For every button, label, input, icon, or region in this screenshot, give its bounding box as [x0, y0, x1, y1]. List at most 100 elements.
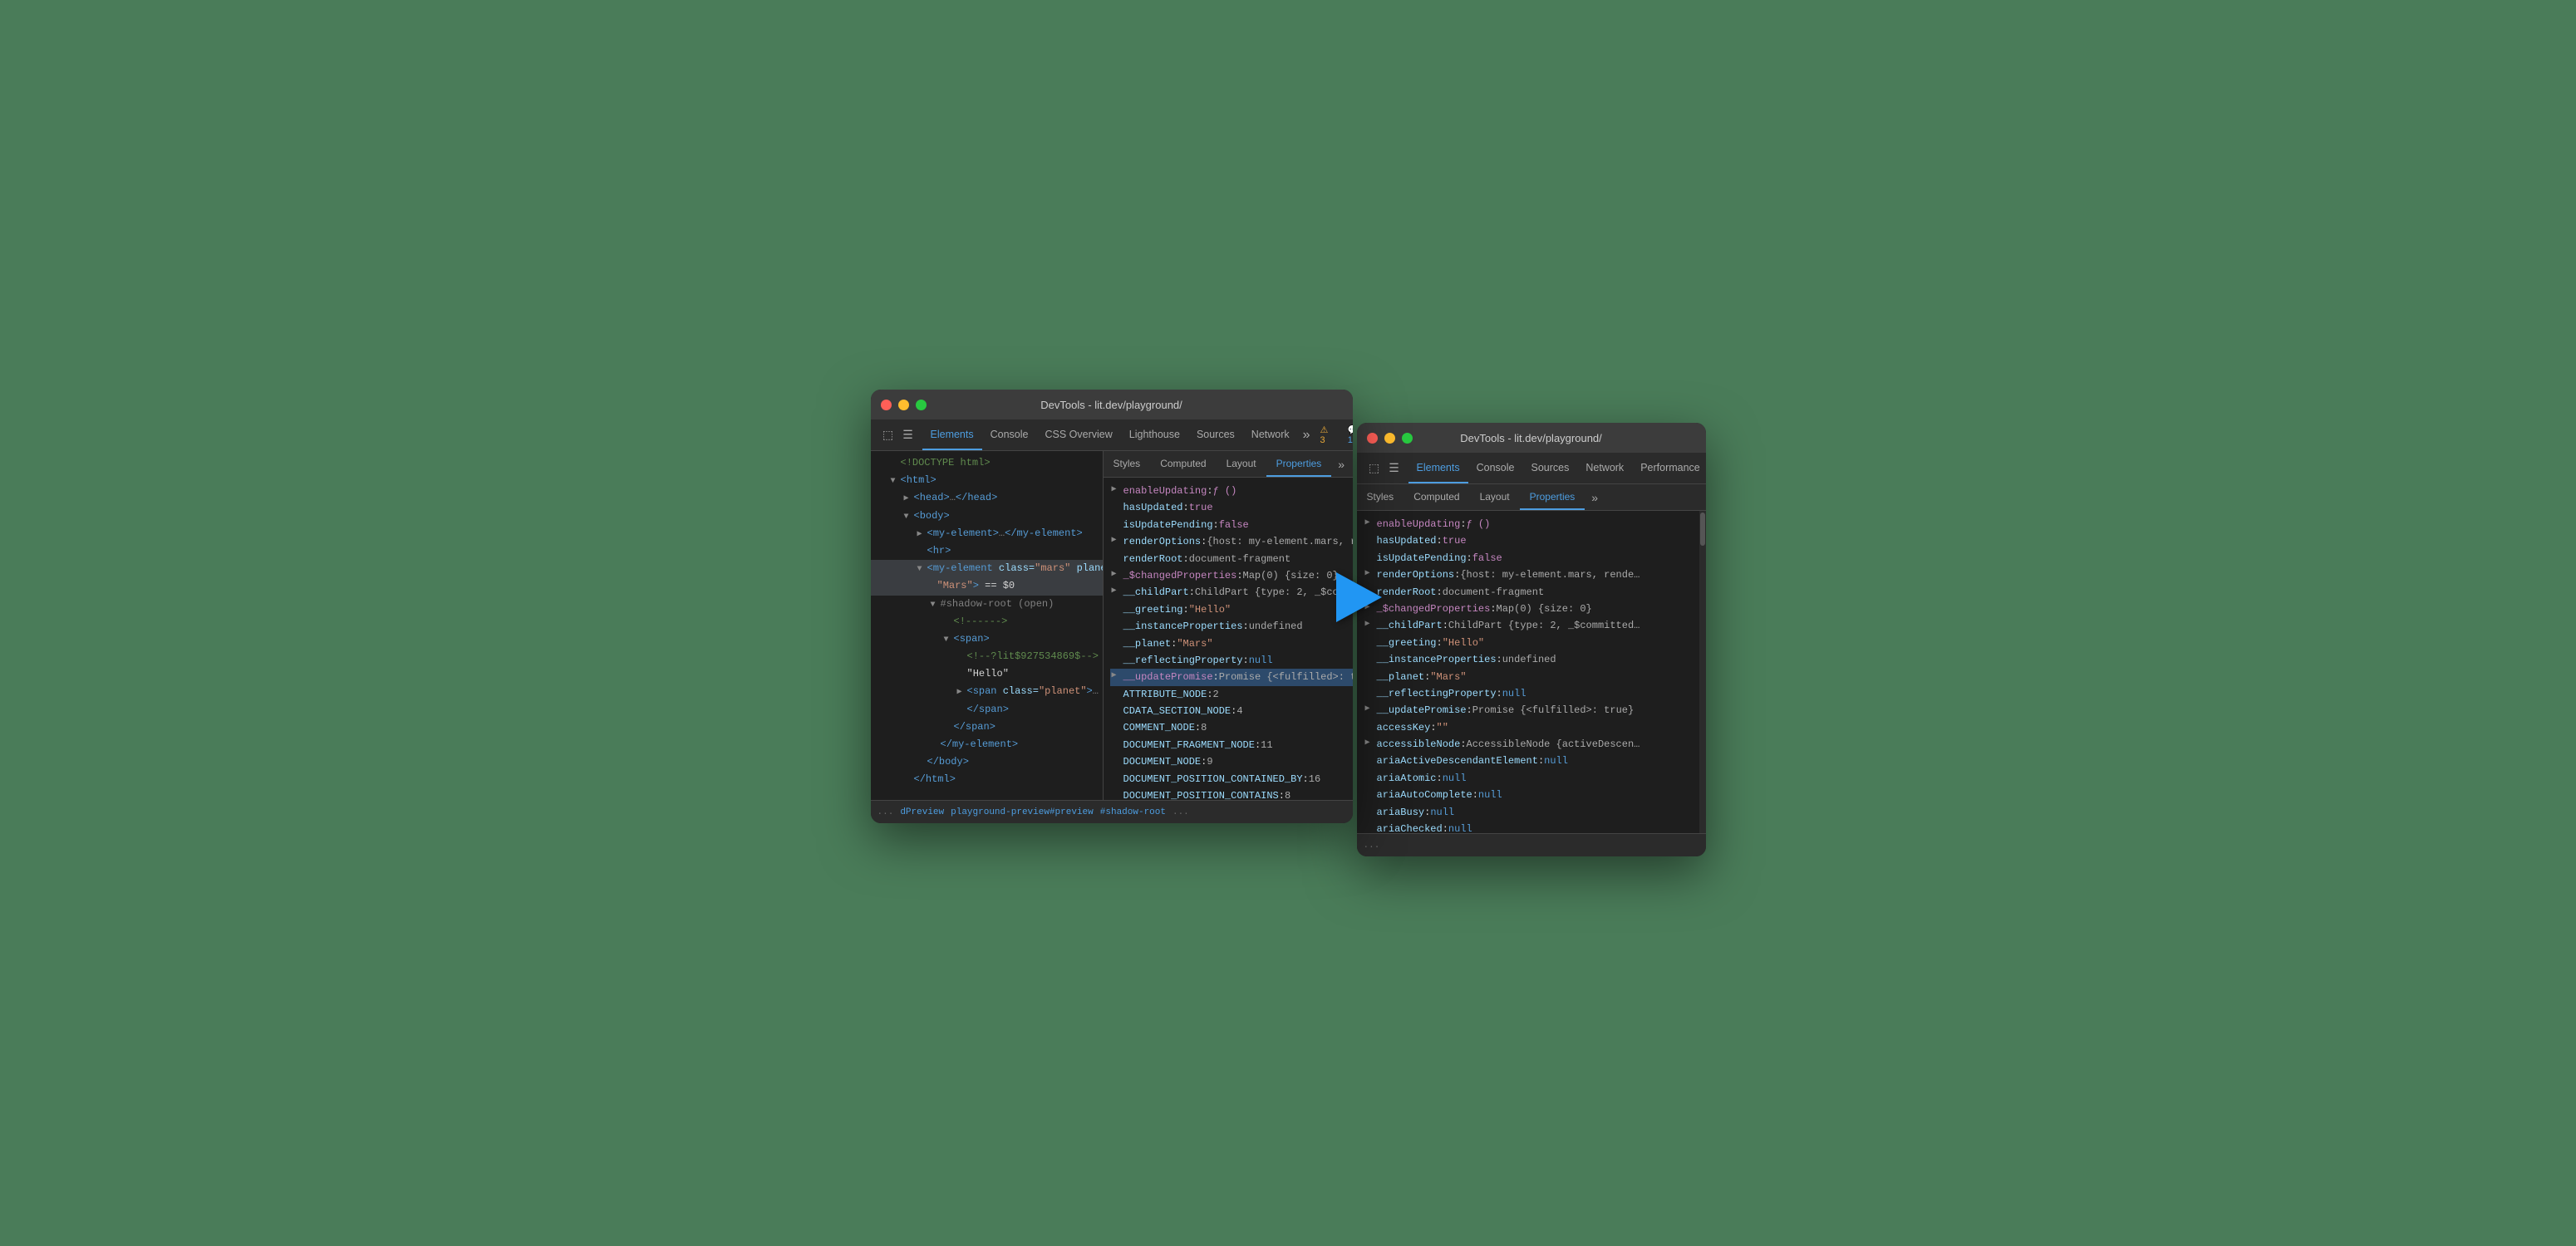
- dom-line-my-element-close[interactable]: </my-element>: [871, 736, 1103, 753]
- prop-instanceProperties-2: __instanceProperties : undefined: [1364, 651, 1699, 668]
- prop-isUpdatePending-1: isUpdatePending : false: [1110, 517, 1353, 533]
- traffic-light-yellow-2[interactable]: [1384, 433, 1395, 444]
- prop-expand-w2-14[interactable]: ▶: [1365, 736, 1377, 750]
- dom-line-span-open[interactable]: <span>: [871, 630, 1103, 648]
- dom-line-html-close[interactable]: </html>: [871, 771, 1103, 788]
- cursor-icon-2[interactable]: ⬚: [1367, 461, 1382, 476]
- props-tab-properties-1[interactable]: Properties: [1266, 451, 1332, 477]
- tab-elements-1[interactable]: Elements: [922, 419, 982, 450]
- prop-expand-w2-12[interactable]: ▶: [1365, 702, 1377, 716]
- props-more-2[interactable]: »: [1585, 484, 1605, 510]
- prop-hasUpdated-2: hasUpdated : true: [1364, 532, 1699, 549]
- prop-greeting-2: __greeting : "Hello": [1364, 635, 1699, 651]
- props-tab-bar-2: Styles Computed Layout Properties »: [1357, 484, 1706, 511]
- prop-docPosContains-1: DOCUMENT_POSITION_CONTAINS : 8: [1110, 787, 1353, 800]
- cursor-icon-1[interactable]: ⬚: [881, 428, 896, 443]
- layers-icon-1[interactable]: ☰: [901, 428, 916, 443]
- tab-elements-2[interactable]: Elements: [1408, 453, 1468, 483]
- dom-panel-1[interactable]: <!DOCTYPE html> <html> <head>…</head> <b…: [871, 451, 1104, 800]
- props-tab-computed-1[interactable]: Computed: [1150, 451, 1216, 477]
- prop-key-18: DOCUMENT_POSITION_CONTAINED_BY: [1123, 771, 1303, 787]
- prop-val-16: 11: [1261, 737, 1272, 753]
- tab-css-overview-1[interactable]: CSS Overview: [1036, 419, 1120, 450]
- prop-val-8: "Hello": [1189, 601, 1231, 618]
- tab-performance-2[interactable]: Performance: [1632, 453, 1705, 483]
- tab-more-1[interactable]: »: [1298, 419, 1315, 450]
- dom-line-span-close-2[interactable]: </span>: [871, 719, 1103, 736]
- prop-reflectingProperty-2: __reflectingProperty : null: [1364, 685, 1699, 702]
- props-content-1[interactable]: ▶ enableUpdating : ƒ () hasUpdated : tru…: [1104, 478, 1353, 800]
- prop-key-w2-18: ariaBusy: [1377, 804, 1425, 821]
- traffic-light-green-1[interactable]: [916, 400, 927, 410]
- props-tab-properties-2[interactable]: Properties: [1520, 484, 1585, 510]
- tab-network-2[interactable]: Network: [1577, 453, 1632, 483]
- status-bar-1: ... dPreview playground-preview#preview …: [871, 800, 1353, 823]
- dom-line-my-element-selected-2[interactable]: "Mars"> == $0: [871, 577, 1103, 595]
- tab-network-1[interactable]: Network: [1243, 419, 1298, 450]
- layers-icon-2[interactable]: ☰: [1387, 461, 1402, 476]
- prop-ariaAtomic-2: ariaAtomic : null: [1364, 770, 1699, 787]
- dom-line-span-close[interactable]: </span>: [871, 701, 1103, 719]
- traffic-light-yellow-1[interactable]: [898, 400, 909, 410]
- tab-console-1[interactable]: Console: [982, 419, 1037, 450]
- scrollbar-2[interactable]: [1699, 511, 1706, 833]
- prop-commentNode-1: COMMENT_NODE : 8: [1110, 719, 1353, 736]
- prop-val-w2-17: null: [1478, 787, 1502, 803]
- traffic-light-red-1[interactable]: [881, 400, 892, 410]
- props-tab-layout-2[interactable]: Layout: [1470, 484, 1520, 510]
- prop-expand-7[interactable]: ▶: [1112, 584, 1123, 598]
- prop-key-w2-3: isUpdatePending: [1377, 550, 1467, 567]
- dom-line-shadow-root[interactable]: #shadow-root (open): [871, 596, 1103, 613]
- prop-renderRoot-2: renderRoot : document-fragment: [1364, 584, 1699, 601]
- dom-line-body[interactable]: <body>: [871, 508, 1103, 525]
- props-tab-styles-1[interactable]: Styles: [1104, 451, 1151, 477]
- tab-lighthouse-1[interactable]: Lighthouse: [1121, 419, 1188, 450]
- prop-instanceProperties-1: __instanceProperties : undefined: [1110, 618, 1353, 635]
- props-content-2[interactable]: ▶ enableUpdating : ƒ () hasUpdated : tru…: [1357, 511, 1706, 833]
- prop-key-9: __instanceProperties: [1123, 618, 1243, 635]
- dom-line-hr[interactable]: <hr>: [871, 542, 1103, 560]
- dom-line-my-element-selected[interactable]: <my-element class="mars" planet=: [871, 560, 1103, 577]
- dom-line-doctype[interactable]: <!DOCTYPE html>: [871, 454, 1103, 472]
- prop-expand-4[interactable]: ▶: [1112, 533, 1123, 547]
- prop-key-5: renderRoot: [1123, 551, 1183, 567]
- prop-val-2: true: [1189, 499, 1213, 516]
- traffic-light-red-2[interactable]: [1367, 433, 1378, 444]
- prop-val-w2-1: ƒ (): [1467, 516, 1491, 532]
- props-tab-computed-2[interactable]: Computed: [1404, 484, 1469, 510]
- dom-line-head[interactable]: <head>…</head>: [871, 489, 1103, 507]
- scrollbar-thumb-2[interactable]: [1700, 513, 1705, 546]
- status-item-shadow-root[interactable]: #shadow-root: [1100, 807, 1166, 817]
- status-bar-2: ...: [1357, 833, 1706, 856]
- prop-key-w2-10: __planet: [1377, 669, 1425, 685]
- dom-line-my-element-1[interactable]: <my-element>…</my-element>: [871, 525, 1103, 542]
- prop-key-10: __planet: [1123, 635, 1172, 652]
- traffic-light-green-2[interactable]: [1402, 433, 1413, 444]
- prop-expand-w2-1[interactable]: ▶: [1365, 516, 1377, 530]
- dom-line-body-close[interactable]: </body>: [871, 753, 1103, 771]
- prop-expand-1[interactable]: ▶: [1112, 483, 1123, 497]
- props-more-1[interactable]: »: [1331, 451, 1351, 477]
- prop-val-w2-13: "": [1437, 719, 1448, 736]
- tab-sources-2[interactable]: Sources: [1522, 453, 1577, 483]
- dom-line-html[interactable]: <html>: [871, 472, 1103, 489]
- tab-console-2[interactable]: Console: [1468, 453, 1523, 483]
- status-item-dpreview[interactable]: dPreview: [900, 807, 944, 817]
- status-item-preview[interactable]: playground-preview#preview: [951, 807, 1094, 817]
- prop-val-17: 9: [1207, 753, 1212, 770]
- devtools-window-1: DevTools - lit.dev/playground/ ⬚ ☰ Eleme…: [871, 390, 1353, 823]
- dom-line-lit-comment[interactable]: <!--?lit$927534869$-->: [871, 648, 1103, 665]
- props-tab-styles-2[interactable]: Styles: [1357, 484, 1404, 510]
- dom-line-hello-text[interactable]: "Hello": [871, 665, 1103, 683]
- props-tab-layout-1[interactable]: Layout: [1217, 451, 1266, 477]
- status-ellipsis-2: ...: [1172, 807, 1189, 817]
- dom-line-comment-empty[interactable]: <!------>: [871, 613, 1103, 630]
- prop-val-19: 8: [1285, 787, 1290, 800]
- badge-info-1: 💬 1: [1343, 423, 1353, 447]
- prop-key-6: _$changedProperties: [1123, 567, 1237, 584]
- dom-line-span-planet[interactable]: <span class="planet">…: [871, 683, 1103, 700]
- prop-expand-6[interactable]: ▶: [1112, 567, 1123, 581]
- prop-key-4: renderOptions: [1123, 533, 1202, 550]
- prop-expand-12[interactable]: ▶: [1112, 669, 1123, 683]
- tab-sources-1[interactable]: Sources: [1188, 419, 1243, 450]
